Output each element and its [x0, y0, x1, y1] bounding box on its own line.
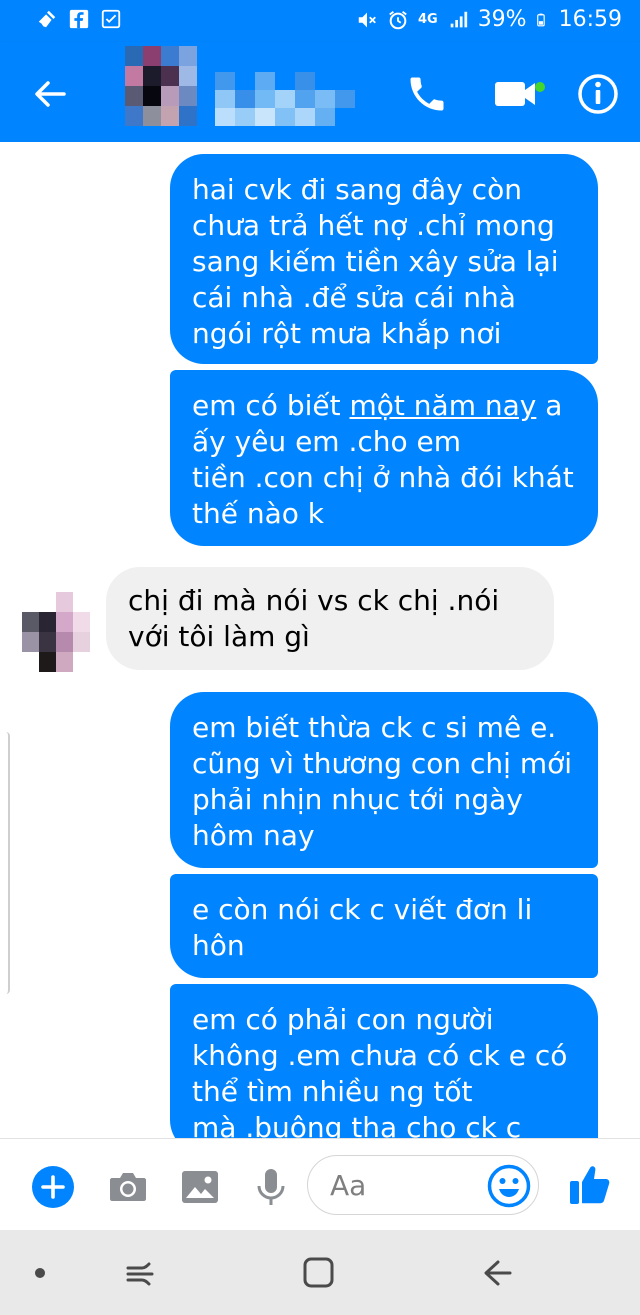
phone-icon[interactable]	[405, 72, 449, 116]
message-bubble-outgoing[interactable]: em có phải con người không .em chưa có c…	[170, 984, 598, 1138]
sender-avatar[interactable]	[22, 592, 90, 672]
system-navigation-bar	[0, 1230, 640, 1315]
message-bubble-outgoing[interactable]: e còn nói ck c viết đơn li hôn	[170, 874, 598, 978]
checkbox-icon	[101, 9, 121, 29]
message-bubble-outgoing[interactable]: hai cvk đi sang đây còn chưa trả hết nợ …	[170, 154, 598, 364]
back-icon[interactable]	[478, 1256, 518, 1290]
message-text: em có biết	[192, 389, 350, 422]
message-bubble-outgoing[interactable]: em có biết một năm nay a ấy yêu em .cho …	[170, 370, 598, 546]
video-camera-icon[interactable]	[493, 76, 549, 112]
info-icon[interactable]	[576, 72, 620, 116]
back-arrow-icon[interactable]	[30, 74, 70, 114]
message-list[interactable]: hai cvk đi sang đây còn chưa trả hết nợ …	[0, 142, 640, 1138]
message-bubble-incoming[interactable]: chị đi mà nói vs ck chị .nói với tôi làm…	[106, 567, 554, 670]
message-bubble-outgoing[interactable]: em biết thừa ck c si mê e. cũng vì thươn…	[170, 692, 598, 868]
thumbs-up-icon[interactable]	[568, 1161, 612, 1207]
status-bar: 4G 39% 16:59	[0, 0, 640, 42]
clock: 16:59	[558, 7, 622, 32]
message-composer	[0, 1138, 640, 1231]
camera-icon[interactable]	[106, 1165, 150, 1209]
network-label: 4G	[417, 12, 438, 27]
battery-percent: 39%	[477, 7, 527, 32]
plus-icon[interactable]	[31, 1165, 75, 1209]
message-link[interactable]: một năm nay	[350, 389, 537, 422]
scroll-indicator	[0, 732, 10, 994]
broom-icon	[38, 10, 56, 28]
signal-icon	[450, 11, 467, 27]
contact-avatar[interactable]	[125, 46, 197, 126]
alarm-icon	[389, 10, 407, 29]
contact-name[interactable]	[215, 72, 355, 128]
mute-icon	[358, 12, 376, 27]
recent-apps-icon[interactable]	[120, 1256, 160, 1290]
microphone-icon[interactable]	[249, 1165, 293, 1209]
facebook-icon	[69, 9, 89, 29]
image-icon[interactable]	[178, 1165, 222, 1209]
battery-icon	[536, 13, 545, 26]
emoji-icon[interactable]	[486, 1163, 532, 1209]
dot-icon[interactable]	[20, 1256, 60, 1290]
home-icon[interactable]	[298, 1256, 338, 1290]
conversation-header	[0, 42, 640, 142]
